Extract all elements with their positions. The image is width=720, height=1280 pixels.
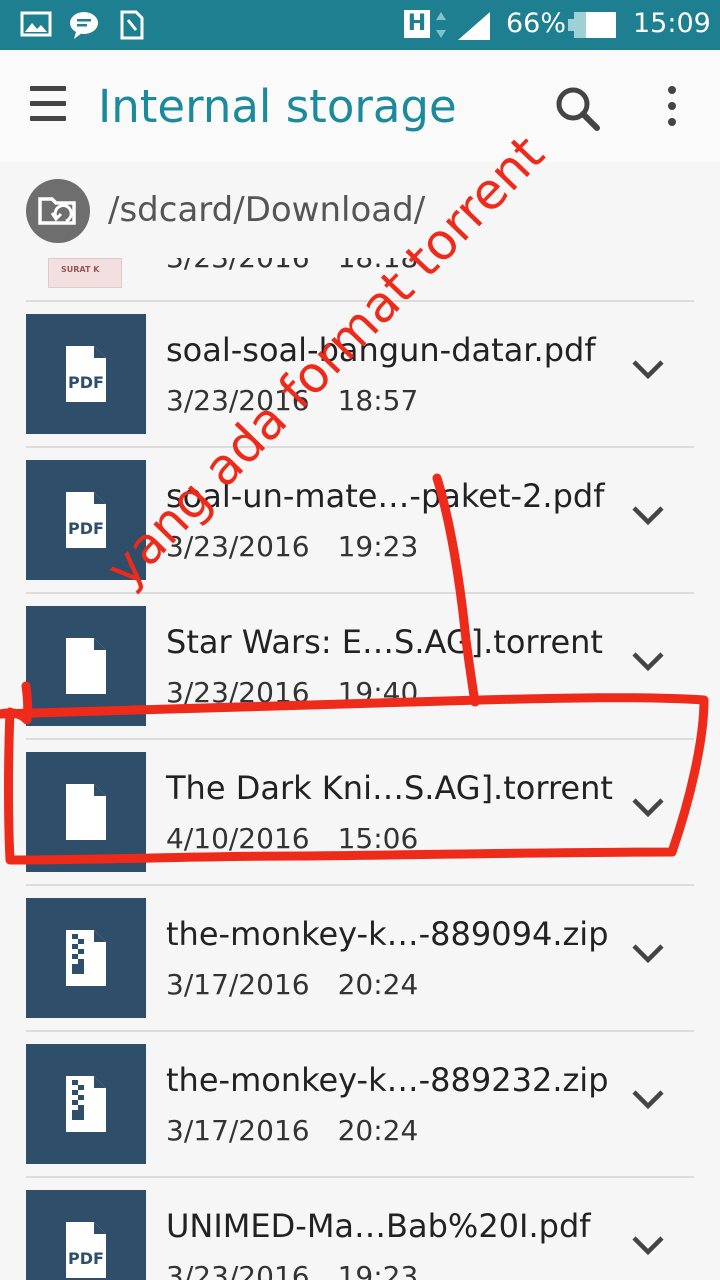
file-date-value: 3/23/2016 <box>166 530 310 563</box>
image-thumbnail: SURAT K <box>48 258 122 288</box>
file-date: 3/23/2016 19:40 <box>166 676 418 709</box>
partial-row-date-value: 3/23/2016 <box>166 258 310 274</box>
gallery-icon <box>20 11 52 37</box>
file-date: 4/10/2016 15:06 <box>166 822 418 855</box>
file-time-value: 19:23 <box>337 530 419 563</box>
list-item[interactable]: PDF soal-un-mate…-paket-2.pdf 3/23/2016 1… <box>0 446 720 606</box>
file-time-value: 20:24 <box>337 968 419 1001</box>
row-divider <box>26 592 694 594</box>
file-name: UNIMED-Ma…Bab%20I.pdf <box>166 1207 591 1245</box>
list-item[interactable]: the-monkey-k…-889094.zip 3/17/2016 20:24 <box>0 884 720 1044</box>
row-divider <box>26 1030 694 1032</box>
list-item[interactable]: Star Wars: E…S.AG].torrent 3/23/2016 19:4… <box>0 592 720 752</box>
file-date-value: 3/17/2016 <box>166 1114 310 1147</box>
file-time-value: 19:40 <box>337 676 419 709</box>
partial-row-time-value: 18:18 <box>338 258 419 274</box>
chevron-down-icon[interactable] <box>630 1088 666 1112</box>
file-date-value: 4/10/2016 <box>166 822 310 855</box>
file-type-label: PDF <box>68 519 104 538</box>
battery-icon <box>568 12 616 38</box>
data-arrows-icon <box>436 12 446 38</box>
file-date: 3/23/2016 18:57 <box>166 384 418 417</box>
battery-percent: 66% <box>506 8 567 39</box>
row-divider <box>26 446 694 448</box>
file-date: 3/23/2016 19:23 <box>166 1260 418 1280</box>
zip-file-icon <box>26 1044 146 1164</box>
file-name: Star Wars: E…S.AG].torrent <box>166 623 603 661</box>
file-time-value: 15:06 <box>337 822 419 855</box>
file-date: 3/17/2016 20:24 <box>166 968 418 1001</box>
chevron-down-icon[interactable] <box>630 650 666 674</box>
zip-file-icon <box>26 898 146 1018</box>
list-item[interactable]: PDF UNIMED-Ma…Bab%20I.pdf 3/23/2016 19:23 <box>0 1176 720 1280</box>
row-divider <box>26 300 694 302</box>
network-type: H <box>407 11 427 36</box>
file-name: the-monkey-k…-889094.zip <box>166 915 609 953</box>
row-divider <box>26 738 694 740</box>
chevron-down-icon[interactable] <box>630 358 666 382</box>
folder-switch-icon[interactable] <box>26 179 90 243</box>
chevron-down-icon[interactable] <box>630 942 666 966</box>
file-name: the-monkey-k…-889232.zip <box>166 1061 609 1099</box>
list-item[interactable]: PDF soal-soal-bangun-datar.pdf 3/23/2016… <box>0 300 720 460</box>
pdf-file-icon: PDF <box>26 314 146 434</box>
search-icon[interactable] <box>553 84 601 132</box>
file-type-label: PDF <box>68 373 104 392</box>
pdf-file-icon: PDF <box>26 460 146 580</box>
menu-icon[interactable] <box>30 86 66 126</box>
network-h-icon: H <box>404 10 430 38</box>
status-bar: H 66% 15:09 <box>0 0 720 50</box>
thumbnail-text: SURAT K <box>61 265 100 274</box>
message-icon <box>70 12 98 39</box>
file-date: 3/17/2016 20:24 <box>166 1114 418 1147</box>
file-list: SURAT K 3/23/2016 18:18 PDF soal-soal-ban… <box>0 258 720 1280</box>
chevron-down-icon[interactable] <box>630 1234 666 1258</box>
clock: 15:09 <box>633 8 711 39</box>
row-divider <box>26 1176 694 1178</box>
file-date-value: 3/17/2016 <box>166 968 310 1001</box>
list-item[interactable]: The Dark Kni…S.AG].torrent 4/10/2016 15:0… <box>0 738 720 898</box>
file-time-value: 20:24 <box>337 1114 419 1147</box>
file-icon <box>26 606 146 726</box>
file-type-label: PDF <box>68 1249 104 1268</box>
file-icon <box>26 752 146 872</box>
page-title: Internal storage <box>98 80 457 133</box>
path-text[interactable]: /sdcard/Download/ <box>108 190 425 230</box>
file-date: 3/23/2016 19:23 <box>166 530 418 563</box>
signal-icon <box>458 12 490 40</box>
file-date-value: 3/23/2016 <box>166 1260 310 1280</box>
more-vert-icon[interactable] <box>664 86 680 130</box>
sim-icon <box>120 10 144 40</box>
file-date-value: 3/23/2016 <box>166 676 310 709</box>
list-item[interactable]: the-monkey-k…-889232.zip 3/17/2016 20:24 <box>0 1030 720 1190</box>
pdf-file-icon: PDF <box>26 1190 146 1280</box>
file-name: soal-soal-bangun-datar.pdf <box>166 331 596 369</box>
partial-row-date: 3/23/2016 18:18 <box>166 258 418 274</box>
row-divider <box>26 884 694 886</box>
chevron-down-icon[interactable] <box>630 504 666 528</box>
file-name: soal-un-mate…-paket-2.pdf <box>166 477 605 515</box>
file-name: The Dark Kni…S.AG].torrent <box>166 769 613 807</box>
file-time-value: 18:57 <box>337 384 419 417</box>
chevron-down-icon[interactable] <box>630 796 666 820</box>
file-date-value: 3/23/2016 <box>166 384 310 417</box>
file-time-value: 19:23 <box>337 1260 419 1280</box>
